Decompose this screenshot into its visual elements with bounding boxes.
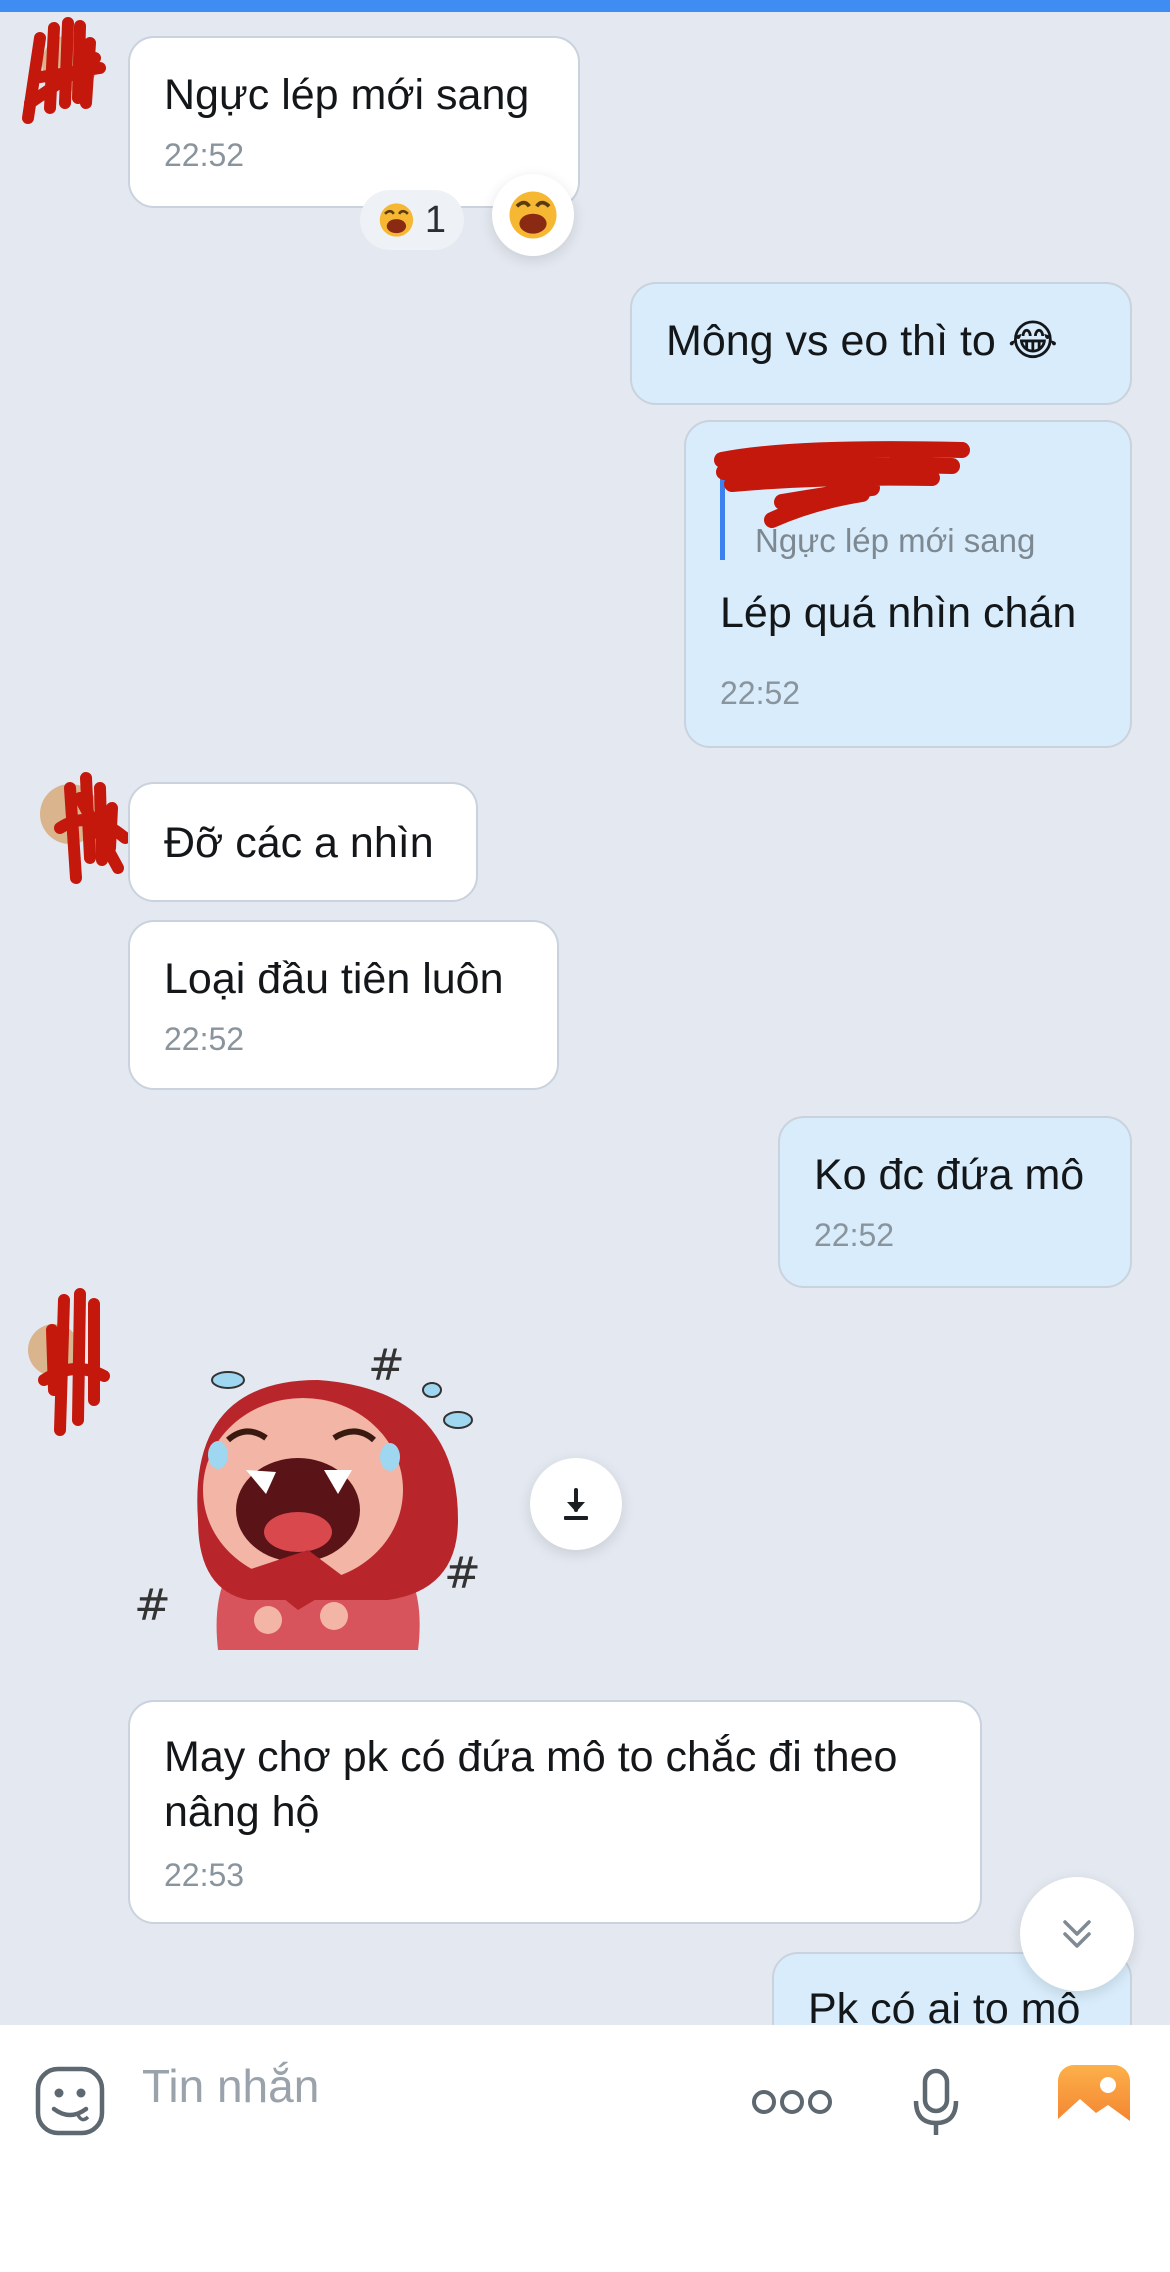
- reaction-summary[interactable]: 1: [360, 190, 464, 250]
- message-text: Mông vs eo thì to 😂: [666, 317, 1059, 365]
- message-bubble-m5[interactable]: Loại đầu tiên luôn 22:52: [128, 920, 559, 1090]
- message-text: Ngực lép mới sang: [164, 71, 530, 119]
- download-icon: [564, 1488, 588, 1520]
- sticker-icon[interactable]: [34, 2065, 106, 2137]
- reaction-count: 1: [424, 198, 446, 241]
- svg-text:#: #: [368, 1340, 405, 1391]
- message-text: May chơ pk có đứa mô to chắc đi theo nân…: [164, 1733, 898, 1836]
- crying-laughing-red-hood-girl-sticker[interactable]: # # #: [128, 1320, 488, 1680]
- redacted-sender-name: [714, 441, 970, 528]
- message-text: Lép quá nhìn chán: [720, 589, 1077, 637]
- laughing-emoji-icon: [509, 191, 557, 239]
- laughing-emoji-icon: [379, 203, 414, 237]
- message-time: 22:53: [164, 1857, 245, 1894]
- redacted-avatar: [40, 772, 131, 884]
- redacted-avatar: [22, 17, 106, 124]
- double-chevron-down-icon: [1063, 1920, 1091, 1948]
- message-time: 22:52: [164, 1020, 245, 1057]
- message-time: 22:52: [164, 136, 245, 173]
- gallery-icon[interactable]: [1056, 2063, 1132, 2139]
- redacted-avatar: [28, 1288, 110, 1436]
- add-reaction-button[interactable]: [492, 174, 574, 256]
- microphone-icon[interactable]: [910, 2067, 962, 2139]
- svg-text:#: #: [134, 1580, 171, 1631]
- message-bubble-m4[interactable]: Đỡ các a nhìn: [128, 782, 478, 902]
- message-bubble-m2[interactable]: Mông vs eo thì to 😂: [630, 282, 1132, 405]
- message-text: Loại đầu tiên luôn: [164, 955, 504, 1003]
- message-text: Đỡ các a nhìn: [164, 819, 434, 867]
- message-composer: Tin nhắn: [0, 2025, 1170, 2272]
- message-bubble-m8[interactable]: May chơ pk có đứa mô to chắc đi theo nân…: [128, 1700, 982, 1924]
- download-sticker-button[interactable]: [530, 1458, 622, 1550]
- scroll-to-bottom-button[interactable]: [1020, 1877, 1134, 1991]
- top-accent-bar: [0, 0, 1170, 12]
- message-bubble-m6[interactable]: Ko đc đứa mô 22:52: [778, 1116, 1132, 1288]
- message-time: 22:52: [720, 674, 801, 711]
- message-text: Ko đc đứa mô: [814, 1151, 1085, 1199]
- message-input[interactable]: Tin nhắn: [142, 2059, 319, 2113]
- message-time: 22:52: [814, 1216, 895, 1253]
- more-icon[interactable]: [750, 2087, 834, 2117]
